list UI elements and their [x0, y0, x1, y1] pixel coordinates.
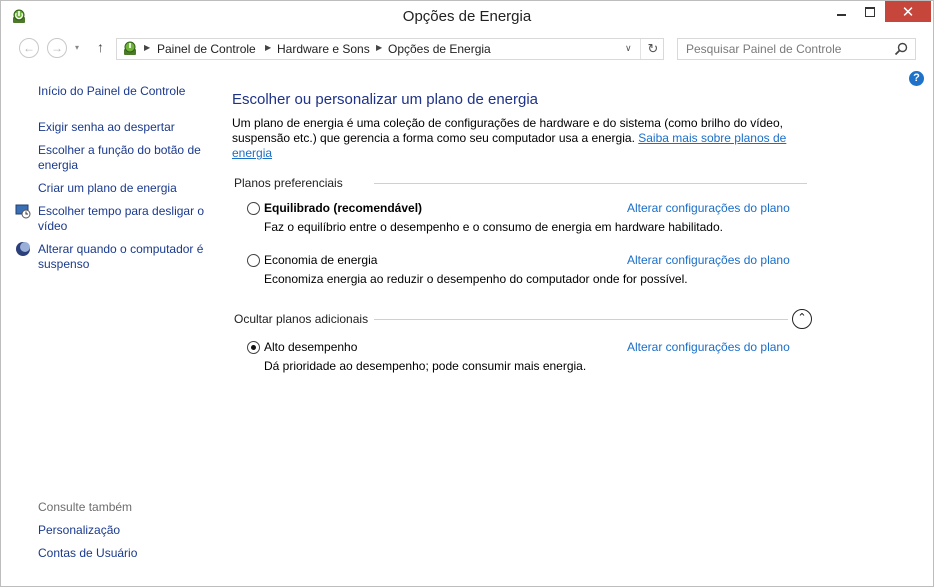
navigation-bar: ← → ▾ ↑ ▶ Painel de Controle ▶ Hardware … [1, 34, 933, 64]
page-title: Escolher ou personalizar um plano de ene… [232, 91, 539, 108]
change-plan-settings-link-power-saver[interactable]: Alterar configurações do plano [627, 253, 790, 267]
see-also-heading: Consulte também [38, 500, 133, 514]
sidebar-link-user-accounts[interactable]: Contas de Usuário [38, 546, 137, 561]
change-plan-settings-link-balanced[interactable]: Alterar configurações do plano [627, 201, 790, 215]
sidebar-link-require-password[interactable]: Exigir senha ao despertar [38, 120, 175, 135]
moon-sleep-icon [16, 242, 30, 256]
breadcrumb-hardware-sound[interactable]: Hardware e Sons [277, 42, 370, 56]
search-box[interactable] [677, 38, 916, 60]
plan-radio-power-saver[interactable] [247, 254, 260, 267]
forward-arrow-icon: → [51, 41, 63, 55]
chevron-up-icon: ⌃ [797, 312, 807, 324]
window-title: Opções de Energia [402, 8, 532, 25]
close-button[interactable]: ✕ [885, 1, 931, 22]
breadcrumb-power-options[interactable]: Opções de Energia [388, 42, 491, 56]
plan-name-power-saver[interactable]: Economia de energia [264, 253, 377, 267]
back-button[interactable]: ← [19, 38, 39, 58]
breadcrumb-separator-icon[interactable]: ▶ [144, 43, 150, 52]
address-bar[interactable]: ▶ Painel de Controle ▶ Hardware e Sons ▶… [116, 38, 664, 60]
minimize-icon [836, 13, 846, 16]
plan-description-high-performance: Dá prioridade ao desempenho; pode consum… [264, 359, 587, 373]
power-options-window: Opções de Energia ✕ ← → ▾ ↑ ▶ Painel de … [0, 0, 934, 587]
plan-radio-balanced[interactable] [247, 202, 260, 215]
close-icon: ✕ [901, 3, 915, 21]
forward-button[interactable]: → [47, 38, 67, 58]
group-divider [374, 183, 807, 184]
back-arrow-icon: ← [23, 41, 35, 55]
chevron-down-icon: ▾ [75, 43, 80, 52]
sidebar-link-control-panel-home[interactable]: Início do Painel de Controle [38, 84, 185, 99]
sidebar-link-personalization[interactable]: Personalização [38, 523, 120, 538]
plan-name-balanced[interactable]: Equilibrado (recomendável) [264, 201, 422, 215]
breadcrumb-separator-icon[interactable]: ▶ [376, 43, 382, 52]
display-clock-icon [15, 204, 31, 219]
plan-radio-high-performance[interactable] [247, 341, 260, 354]
sidebar-link-create-plan[interactable]: Criar um plano de energia [38, 181, 177, 196]
maximize-icon [865, 6, 875, 17]
hide-additional-plans-heading[interactable]: Ocultar planos adicionais [234, 312, 368, 326]
group-divider [374, 319, 788, 320]
up-button[interactable]: ↑ [97, 39, 104, 55]
title-bar: Opções de Energia ✕ [1, 1, 933, 32]
help-icon[interactable]: ? [909, 71, 924, 86]
plan-name-high-performance[interactable]: Alto desempenho [264, 340, 357, 354]
refresh-icon: ↻ [647, 41, 659, 56]
recent-locations-button[interactable]: ▾ [75, 43, 79, 52]
refresh-button[interactable]: ↻ [640, 39, 665, 59]
breadcrumb-control-panel[interactable]: Painel de Controle [157, 42, 256, 56]
sidebar-link-power-button[interactable]: Escolher a função do botão de energia [38, 143, 213, 173]
sidebar-link-display-off-time[interactable]: Escolher tempo para desligar o vídeo [38, 204, 213, 234]
collapse-plans-button[interactable]: ⌃ [792, 309, 812, 329]
up-arrow-icon: ↑ [97, 39, 104, 55]
change-plan-settings-link-high-performance[interactable]: Alterar configurações do plano [627, 340, 790, 354]
search-icon[interactable] [894, 42, 908, 56]
plan-description-power-saver: Economiza energia ao reduzir o desempenh… [264, 272, 688, 286]
search-input[interactable] [678, 39, 896, 59]
control-panel-icon [124, 41, 136, 55]
preferred-plans-heading: Planos preferenciais [234, 176, 343, 190]
address-dropdown-icon[interactable]: ∨ [625, 43, 632, 54]
plan-description-balanced: Faz o equilíbrio entre o desempenho e o … [264, 220, 723, 234]
breadcrumb-separator-icon[interactable]: ▶ [265, 43, 271, 52]
sidebar-link-sleep-time[interactable]: Alterar quando o computador é suspenso [38, 242, 213, 272]
maximize-button[interactable] [856, 1, 884, 22]
minimize-button[interactable] [827, 1, 855, 22]
page-description: Um plano de energia é uma coleção de con… [232, 116, 792, 161]
